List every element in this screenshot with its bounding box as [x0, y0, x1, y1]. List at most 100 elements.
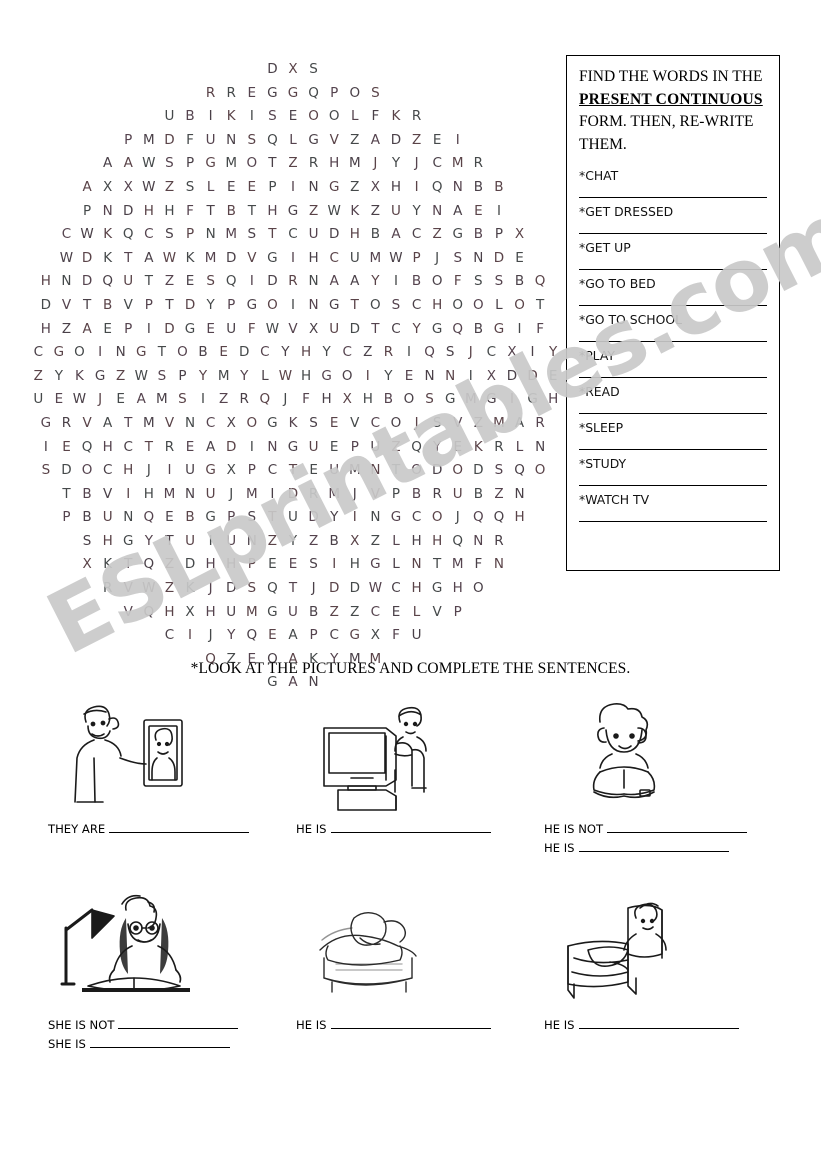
wordsearch-letter: N — [535, 438, 546, 455]
prompt-label: HE IS — [296, 1018, 327, 1032]
wordsearch-letter: I — [393, 273, 398, 290]
wordsearch-letter: B — [473, 485, 483, 502]
wordsearch-letter: J — [414, 155, 419, 172]
answer-blank[interactable] — [607, 821, 748, 833]
wordsearch-letter: P — [247, 556, 256, 573]
wordsearch-letter: Z — [288, 155, 298, 172]
wordsearch-letter: K — [185, 249, 195, 266]
wordsearch-letter: U — [226, 320, 237, 337]
wordsearch-letter: O — [341, 367, 353, 384]
answer-blank[interactable] — [330, 1017, 491, 1029]
wordsearch-row: RVWZKJDSQTJDDWCHGHO — [28, 577, 558, 601]
wordsearch-letter: C — [164, 627, 175, 644]
word-answer-line[interactable] — [579, 449, 767, 450]
wordsearch-letter: A — [391, 226, 401, 243]
wordsearch-letter: D — [81, 249, 93, 266]
answer-blank[interactable] — [89, 1036, 230, 1048]
word-answer-line[interactable] — [579, 377, 767, 378]
wordsearch-letter: Y — [144, 532, 153, 549]
wordsearch-letter: C — [123, 438, 133, 455]
wordsearch-letter: M — [348, 462, 361, 479]
word-answer-line[interactable] — [579, 233, 767, 234]
wordsearch-letter: U — [329, 462, 340, 479]
word-answer-line[interactable] — [579, 413, 767, 414]
word-answer-line[interactable] — [579, 341, 767, 342]
wordbox-instructions: FIND THE WORDS IN THE PRESENT CONTINUOUS… — [579, 66, 767, 156]
wordsearch-letter: P — [453, 603, 462, 620]
wordsearch-letter: F — [302, 391, 310, 408]
wordsearch-letter: I — [530, 344, 535, 361]
wordsearch-letter: N — [445, 367, 456, 384]
wordsearch-letter: U — [33, 391, 44, 408]
wordsearch-letter: H — [102, 438, 113, 455]
wordsearch-letter: J — [283, 391, 288, 408]
wordsearch-letter: N — [226, 131, 237, 148]
person-watching-tv-icon — [296, 692, 536, 812]
wordsearch-letter: D — [349, 580, 360, 597]
wordsearch-letter: N — [514, 485, 525, 502]
wordsearch-letter: M — [348, 155, 361, 172]
wordsearch-letter: U — [185, 532, 195, 549]
wordsearch-letter: T — [268, 509, 277, 526]
wordsearch-letter: P — [412, 249, 421, 266]
wordsearch-letter: N — [102, 202, 113, 219]
wordsearch-letter: U — [205, 131, 216, 148]
wordsearch-letter: Y — [288, 532, 298, 549]
prompt-block-1: THEY ARE — [48, 820, 288, 839]
answer-blank[interactable] — [578, 840, 729, 852]
wordsearch-letter: P — [227, 296, 236, 313]
word-answer-line[interactable] — [579, 485, 767, 486]
wordsearch-letter: J — [352, 485, 357, 502]
wordsearch-letter: P — [227, 509, 236, 526]
wordsearch-letter: I — [414, 178, 419, 195]
wordsearch-letter: V — [370, 485, 380, 502]
wordsearch-letter: S — [82, 532, 92, 549]
answer-blank[interactable] — [118, 1017, 239, 1029]
wordsearch-letter: V — [247, 249, 257, 266]
wordsearch-letter: M — [217, 367, 230, 384]
wordsearch-row: DXS — [28, 58, 558, 82]
wordsearch-letter: T — [288, 580, 298, 597]
prompt-label: HE IS — [544, 841, 575, 855]
word-answer-line[interactable] — [579, 197, 767, 198]
wordsearch-letter: R — [164, 438, 175, 455]
wordsearch-letter: Z — [411, 131, 422, 148]
wordsearch-letter: U — [288, 603, 298, 620]
wordsearch-letter: N — [370, 509, 381, 526]
wordsearch-letter: I — [291, 296, 295, 313]
wordsearch-letter: E — [288, 108, 298, 125]
word-answer-line[interactable] — [579, 521, 767, 522]
wordsearch-letter: A — [144, 249, 154, 266]
wordsearch-letter: P — [391, 485, 401, 502]
wordsearch-letter: G — [321, 367, 332, 384]
wordsearch-letter: I — [249, 438, 254, 455]
answer-blank[interactable] — [330, 821, 491, 833]
wordsearch-letter: S — [391, 296, 401, 313]
wordsearch-letter: H — [432, 532, 443, 549]
word-answer-line[interactable] — [579, 269, 767, 270]
wordsearch-letter: G — [205, 155, 216, 172]
wordsearch-letter: B — [494, 178, 504, 195]
wordsearch-letter: E — [165, 509, 174, 526]
wordsearch-letter: Y — [281, 344, 290, 361]
wordsearch-letter: S — [425, 391, 434, 408]
wordsearch-letter: P — [124, 320, 133, 337]
word-answer-line[interactable] — [579, 305, 767, 306]
wordsearch-letter: K — [473, 438, 483, 455]
wordsearch-letter: G — [370, 556, 381, 573]
wordsearch-letter: C — [391, 320, 401, 337]
wordsearch-letter: E — [185, 273, 195, 290]
wordsearch-letter: I — [43, 438, 48, 455]
wordsearch-letter: T — [350, 296, 359, 313]
picture-section-title: *LOOK AT THE PICTURES AND COMPLETE THE S… — [190, 660, 631, 677]
wordsearch-letter: P — [268, 178, 277, 195]
answer-blank[interactable] — [109, 821, 250, 833]
wordsearch-letter: I — [201, 391, 206, 408]
wordsearch-letter: L — [495, 296, 503, 313]
wordsearch-letter: K — [288, 414, 298, 431]
wordsearch-letter: K — [350, 202, 360, 219]
answer-blank[interactable] — [578, 1017, 739, 1029]
wordsearch-letter: M — [143, 131, 155, 148]
wordsearch-letter: T — [268, 155, 277, 172]
wordsearch-row: AAWSPGMOTZRHMJYJCMR — [28, 152, 558, 176]
